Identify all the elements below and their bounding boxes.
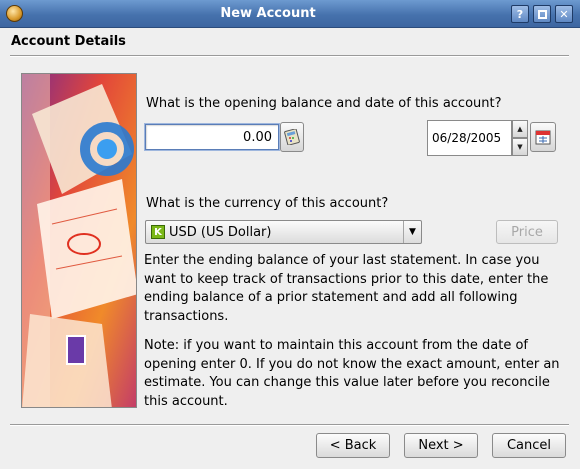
close-button[interactable]: ✕ bbox=[555, 5, 573, 23]
date-spin-up-button[interactable]: ▲ bbox=[512, 120, 528, 138]
next-button[interactable]: Next > bbox=[404, 433, 478, 458]
opening-date-input[interactable] bbox=[427, 120, 512, 156]
maximize-icon bbox=[537, 9, 547, 19]
help-paragraph-1: Enter the ending balance of your last st… bbox=[144, 253, 549, 324]
currency-selected-value: USD (US Dollar) bbox=[169, 224, 272, 240]
chevron-down-icon: ▼ bbox=[403, 221, 421, 243]
calendar-button[interactable] bbox=[530, 122, 556, 152]
calculator-button[interactable] bbox=[280, 122, 304, 152]
currency-question-label: What is the currency of this account? bbox=[146, 196, 389, 211]
header-divider bbox=[10, 55, 569, 57]
window-title: New Account bbox=[220, 6, 316, 21]
page-title: Account Details bbox=[11, 34, 126, 49]
currency-select[interactable]: K USD (US Dollar) ▼ bbox=[145, 220, 422, 244]
maximize-button[interactable] bbox=[533, 5, 551, 23]
back-button[interactable]: < Back bbox=[316, 433, 390, 458]
opening-question-label: What is the opening balance and date of … bbox=[146, 96, 502, 111]
wizard-side-image bbox=[21, 73, 137, 408]
date-spin-down-button[interactable]: ▼ bbox=[512, 138, 528, 156]
cancel-button[interactable]: Cancel bbox=[492, 433, 566, 458]
window-titlebar[interactable]: New Account ? ✕ bbox=[0, 0, 580, 28]
help-paragraph-2: Note: if you want to maintain this accou… bbox=[144, 338, 560, 409]
opening-balance-input[interactable] bbox=[144, 123, 280, 151]
help-button[interactable]: ? bbox=[511, 5, 529, 23]
calculator-icon bbox=[284, 129, 300, 145]
footer-divider bbox=[10, 424, 569, 426]
currency-k-icon: K bbox=[151, 225, 165, 239]
price-button[interactable]: Price bbox=[496, 220, 558, 244]
calendar-icon bbox=[535, 130, 551, 145]
